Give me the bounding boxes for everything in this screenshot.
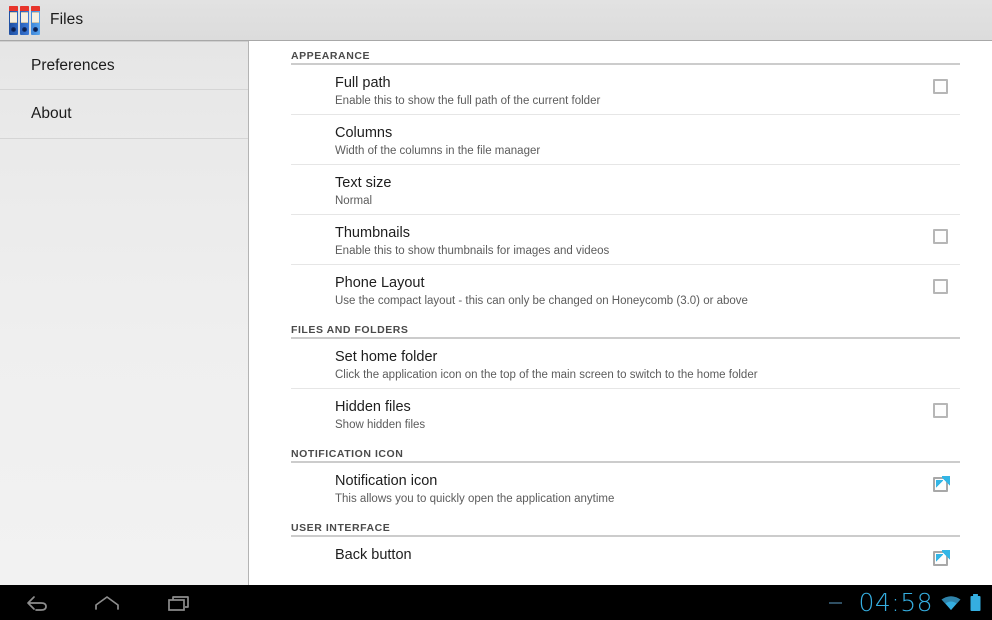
binder-cap bbox=[31, 5, 40, 11]
preference-summary: Enable this to show thumbnails for image… bbox=[335, 245, 610, 257]
preference-row[interactable]: Full path Enable this to show the full pa… bbox=[291, 65, 960, 115]
preference-title: Text size bbox=[335, 175, 392, 191]
files-binders-icon[interactable] bbox=[9, 5, 40, 36]
binder-ring bbox=[22, 26, 27, 32]
preference-row[interactable]: Back button bbox=[291, 537, 960, 585]
sidebar-item-about[interactable]: About bbox=[0, 90, 248, 139]
wifi-icon[interactable] bbox=[940, 594, 962, 612]
section-header: APPEARANCE bbox=[249, 41, 960, 65]
preference-widget-slot bbox=[920, 274, 960, 294]
preference-row[interactable]: Notification icon This allows you to quic… bbox=[291, 463, 960, 513]
preference-text: Set home folder Click the application ico… bbox=[335, 348, 920, 383]
preference-summary: Enable this to show the full path of the… bbox=[335, 95, 601, 107]
preference-text: Phone Layout Use the compact layout - thi… bbox=[335, 274, 920, 309]
preference-title: Hidden files bbox=[335, 399, 411, 415]
system-status-area: 04:58 bbox=[829, 585, 982, 620]
preference-text: Columns Width of the columns in the file … bbox=[335, 124, 920, 159]
preference-title: Set home folder bbox=[335, 349, 438, 365]
preference-summary: Width of the columns in the file manager bbox=[335, 145, 541, 157]
preference-widget-slot bbox=[920, 224, 960, 244]
binder-label bbox=[21, 11, 28, 23]
preference-text: Text size Normal bbox=[335, 174, 920, 209]
android-tablet-screen: Files Preferences About APPEARANCE Full pa… bbox=[0, 0, 992, 620]
checkbox-unchecked[interactable] bbox=[932, 79, 948, 94]
preference-text: Full path Enable this to show the full pa… bbox=[335, 74, 920, 109]
preference-text: Notification icon This allows you to quic… bbox=[335, 472, 920, 507]
preference-widget-slot bbox=[920, 174, 960, 179]
preference-row[interactable]: Columns Width of the columns in the file … bbox=[291, 115, 960, 165]
section-header: FILES AND FOLDERS bbox=[249, 315, 960, 339]
preference-title: Phone Layout bbox=[335, 275, 425, 291]
preference-widget-slot bbox=[920, 74, 960, 94]
preference-title: Back button bbox=[335, 547, 412, 563]
status-dash-icon bbox=[829, 601, 843, 604]
section-header: NOTIFICATION ICON bbox=[249, 439, 960, 463]
binder-ring bbox=[11, 26, 16, 32]
preference-text: Thumbnails Enable this to show thumbnails… bbox=[335, 224, 920, 259]
preference-summary: Click the application icon on the top of… bbox=[335, 369, 758, 381]
preference-widget-slot bbox=[920, 348, 960, 353]
section-header-label: APPEARANCE bbox=[291, 50, 371, 62]
preference-summary: Use the compact layout - this can only b… bbox=[335, 295, 748, 307]
battery-icon[interactable] bbox=[969, 593, 982, 613]
preference-text: Back button bbox=[335, 546, 920, 564]
checkbox-checked[interactable] bbox=[932, 550, 950, 566]
preference-widget-slot bbox=[920, 124, 960, 129]
preferences-content[interactable]: APPEARANCE Full path Enable this to show t… bbox=[249, 41, 992, 585]
preference-title: Notification icon bbox=[335, 473, 438, 489]
preference-widget-slot bbox=[920, 546, 960, 566]
checkbox-checked[interactable] bbox=[932, 476, 950, 492]
binder-cap bbox=[9, 5, 18, 11]
sidebar-item-preferences[interactable]: Preferences bbox=[0, 41, 248, 90]
nav-button-group bbox=[0, 590, 196, 616]
app-title: Files bbox=[50, 11, 84, 28]
preference-row[interactable]: Text size Normal bbox=[291, 165, 960, 215]
section-header-label: FILES AND FOLDERS bbox=[291, 324, 409, 336]
checkbox-unchecked[interactable] bbox=[932, 403, 948, 418]
binder-center bbox=[20, 5, 29, 35]
preference-row[interactable]: Hidden files Show hidden files bbox=[291, 389, 960, 439]
sidebar-item-label: Preferences bbox=[31, 56, 115, 74]
preference-title: Columns bbox=[335, 125, 393, 141]
app-title-bar: Files bbox=[0, 0, 992, 41]
home-icon[interactable] bbox=[90, 590, 124, 616]
recents-icon[interactable] bbox=[162, 590, 196, 616]
section-header-label: NOTIFICATION ICON bbox=[291, 448, 404, 460]
back-icon[interactable] bbox=[18, 590, 52, 616]
preference-row[interactable]: Set home folder Click the application ico… bbox=[291, 339, 960, 389]
preference-summary: Normal bbox=[335, 195, 373, 207]
preference-title: Full path bbox=[335, 75, 391, 91]
preference-summary: Show hidden files bbox=[335, 419, 426, 431]
binder-label bbox=[32, 11, 39, 23]
preference-title: Thumbnails bbox=[335, 225, 410, 241]
section-header: USER INTERFACE bbox=[249, 513, 960, 537]
binder-left bbox=[9, 5, 18, 35]
status-clock[interactable]: 04:58 bbox=[858, 590, 933, 615]
preference-widget-slot bbox=[920, 472, 960, 492]
preference-row[interactable]: Phone Layout Use the compact layout - thi… bbox=[291, 265, 960, 315]
preference-summary: This allows you to quickly open the appl… bbox=[335, 493, 615, 505]
preference-widget-slot bbox=[920, 398, 960, 418]
system-navigation-bar: 04:58 bbox=[0, 585, 992, 620]
section-header-label: USER INTERFACE bbox=[291, 522, 391, 534]
preference-text: Hidden files Show hidden files bbox=[335, 398, 920, 433]
sidebar-item-label: About bbox=[31, 105, 72, 122]
binder-right bbox=[31, 5, 40, 35]
settings-sidebar: Preferences About bbox=[0, 41, 249, 585]
checkbox-unchecked[interactable] bbox=[932, 229, 948, 244]
binder-cap bbox=[20, 5, 29, 11]
preference-row[interactable]: Thumbnails Enable this to show thumbnails… bbox=[291, 215, 960, 265]
checkbox-unchecked[interactable] bbox=[932, 279, 948, 294]
binder-label bbox=[10, 11, 17, 23]
binder-ring bbox=[33, 26, 38, 32]
